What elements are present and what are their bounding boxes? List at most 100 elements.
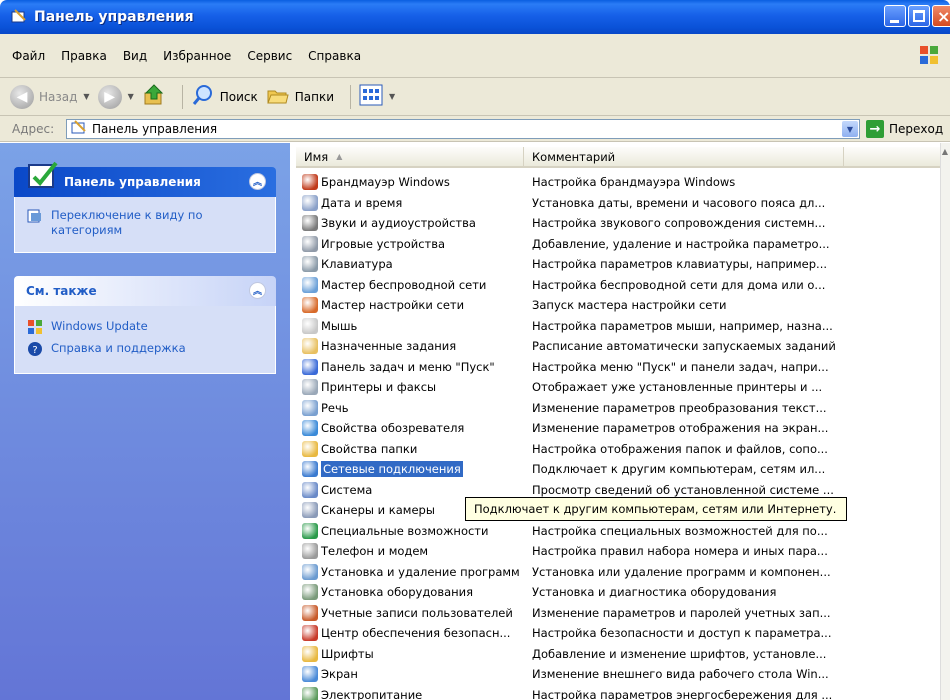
address-input[interactable]: Панель управления ▼ <box>66 119 860 139</box>
chevron-down-icon[interactable]: ▼ <box>83 92 89 101</box>
list-item[interactable]: Мастер настройки сети Запуск мастера наст… <box>296 295 844 316</box>
back-arrow-icon: ◀ <box>10 84 34 109</box>
item-comment: Настройка правил набора номера и иных па… <box>532 544 828 559</box>
maximize-icon <box>913 10 925 22</box>
forward-button[interactable]: ▶ ▼ <box>97 84 134 109</box>
item-icon <box>302 461 318 478</box>
item-comment: Настройка брандмауэра Windows <box>532 175 736 190</box>
item-name-cell: Дата и время <box>296 194 524 211</box>
list-item[interactable]: Шрифты Добавление и изменение шрифтов, ус… <box>296 644 844 665</box>
column-header-comment[interactable]: Комментарий <box>524 147 844 168</box>
item-comment: Настройка параметров мыши, например, наз… <box>532 318 833 333</box>
vertical-scrollbar[interactable]: ▲ <box>940 143 950 700</box>
list-item[interactable]: Специальные возможности Настройка специал… <box>296 521 844 542</box>
item-name: Брандмауэр Windows <box>321 175 450 190</box>
list-item[interactable]: Свойства обозревателя Изменение параметро… <box>296 418 844 439</box>
list-item[interactable]: Панель задач и меню "Пуск" Настройка меню… <box>296 357 844 378</box>
folders-icon <box>266 83 290 110</box>
menu-edit[interactable]: Правка <box>61 49 107 63</box>
switch-category-view-link[interactable]: Переключение к виду по категориям <box>27 208 263 238</box>
item-icon <box>302 666 318 683</box>
item-name: Мышь <box>321 318 358 333</box>
chevron-down-icon[interactable]: ▼ <box>128 92 134 101</box>
chevron-down-icon[interactable]: ▼ <box>389 92 395 101</box>
item-icon <box>302 440 318 457</box>
item-icon <box>302 338 318 355</box>
item-comment: Расписание автоматически запускаемых зад… <box>532 339 836 354</box>
list-item[interactable]: Речь Изменение параметров преобразования … <box>296 398 844 419</box>
collapse-icon[interactable]: ︽ <box>249 282 266 299</box>
item-name: Принтеры и факсы <box>321 380 437 395</box>
back-button[interactable]: ◀ Назад ▼ <box>10 84 90 109</box>
list-item[interactable]: Свойства папки Настройка отображения папо… <box>296 439 844 460</box>
chevron-down-icon[interactable]: ▼ <box>842 121 858 137</box>
list-item[interactable]: Мышь Настройка параметров мыши, например,… <box>296 316 844 337</box>
list-item[interactable]: Мастер беспроводной сети Настройка беспро… <box>296 275 844 296</box>
item-icon <box>302 174 318 191</box>
item-name-cell: Звуки и аудиоустройства <box>296 215 524 232</box>
item-name-cell: Установка оборудования <box>296 584 524 601</box>
item-name: Клавиатура <box>321 257 393 272</box>
see-also-section: См. также ︽ Windows Update ? Справка и п… <box>14 276 276 374</box>
menu-favorites[interactable]: Избранное <box>163 49 231 63</box>
toolbar-separator <box>181 84 183 109</box>
column-header-name[interactable]: Имя ▲ <box>296 147 524 168</box>
views-button[interactable]: ▼ <box>359 84 395 109</box>
item-comment: Настройка специальных возможностей для п… <box>532 523 828 538</box>
maximize-button[interactable] <box>908 5 930 27</box>
list-item[interactable]: Игровые устройства Добавление, удаление и… <box>296 234 844 255</box>
item-icon <box>302 584 318 601</box>
item-comment: Добавление и изменение шрифтов, установл… <box>532 646 827 661</box>
item-icon <box>302 645 318 662</box>
item-name-cell: Клавиатура <box>296 256 524 273</box>
help-support-link[interactable]: ? Справка и поддержка <box>27 341 263 357</box>
section-header[interactable]: См. также ︽ <box>14 276 276 306</box>
list-item[interactable]: Принтеры и факсы Отображает уже установле… <box>296 377 844 398</box>
windows-update-link[interactable]: Windows Update <box>27 319 263 335</box>
section-header[interactable]: Панель управления ︽ <box>14 161 276 197</box>
menu-view[interactable]: Вид <box>123 49 147 63</box>
list-item[interactable]: Назначенные задания Расписание автоматиче… <box>296 336 844 357</box>
list-item[interactable]: Брандмауэр Windows Настройка брандмауэра … <box>296 172 844 193</box>
menu-file[interactable]: Файл <box>12 49 45 63</box>
scroll-up-icon[interactable]: ▲ <box>942 147 948 156</box>
list-item[interactable]: Центр обеспечения безопасн... Настройка б… <box>296 623 844 644</box>
item-comment: Настройка параметров клавиатуры, наприме… <box>532 257 828 272</box>
list-item[interactable]: Телефон и модем Настройка правил набора н… <box>296 541 844 562</box>
item-icon <box>302 317 318 334</box>
title-bar[interactable]: Панель управления × <box>0 0 950 34</box>
menu-bar: Файл Правка Вид Избранное Сервис Справка <box>0 34 950 78</box>
search-button[interactable]: Поиск <box>191 83 258 110</box>
item-name-cell: Сетевые подключения <box>296 461 524 478</box>
menu-tools[interactable]: Сервис <box>247 49 292 63</box>
list-item[interactable]: Экран Изменение внешнего вида рабочего ст… <box>296 664 844 685</box>
item-name: Дата и время <box>321 195 403 210</box>
item-name: Назначенные задания <box>321 339 457 354</box>
list-item[interactable]: Сетевые подключения Подключает к другим к… <box>296 459 844 480</box>
collapse-icon[interactable]: ︽ <box>249 173 266 190</box>
section-title: Панель управления <box>64 175 201 189</box>
list-item[interactable]: Установка и удаление программ Установка и… <box>296 562 844 583</box>
up-folder-button[interactable] <box>142 83 166 110</box>
folders-button[interactable]: Папки <box>266 83 334 110</box>
list-item[interactable]: Учетные записи пользователей Изменение па… <box>296 603 844 624</box>
toolbar-separator <box>350 84 352 109</box>
minimize-button[interactable] <box>884 5 906 27</box>
item-icon <box>302 256 318 273</box>
item-comment: Установка даты, времени и часового пояса… <box>532 195 826 210</box>
item-icon <box>302 543 318 560</box>
list-item[interactable]: Дата и время Установка даты, времени и ча… <box>296 193 844 214</box>
item-icon <box>302 420 318 437</box>
item-name: Мастер беспроводной сети <box>321 277 487 292</box>
list-item[interactable]: Электропитание Настройка параметров энерг… <box>296 685 844 700</box>
list-item[interactable]: Звуки и аудиоустройства Настройка звуково… <box>296 213 844 234</box>
control-panel-large-icon <box>26 159 62 195</box>
item-name-cell: Экран <box>296 666 524 683</box>
item-name: Свойства папки <box>321 441 418 456</box>
list-item[interactable]: Клавиатура Настройка параметров клавиатур… <box>296 254 844 275</box>
menu-help[interactable]: Справка <box>308 49 361 63</box>
list-item[interactable]: Установка оборудования Установка и диагно… <box>296 582 844 603</box>
close-button[interactable]: × <box>932 5 950 27</box>
category-view-icon <box>27 208 43 224</box>
go-button[interactable]: → Переход <box>866 120 943 138</box>
